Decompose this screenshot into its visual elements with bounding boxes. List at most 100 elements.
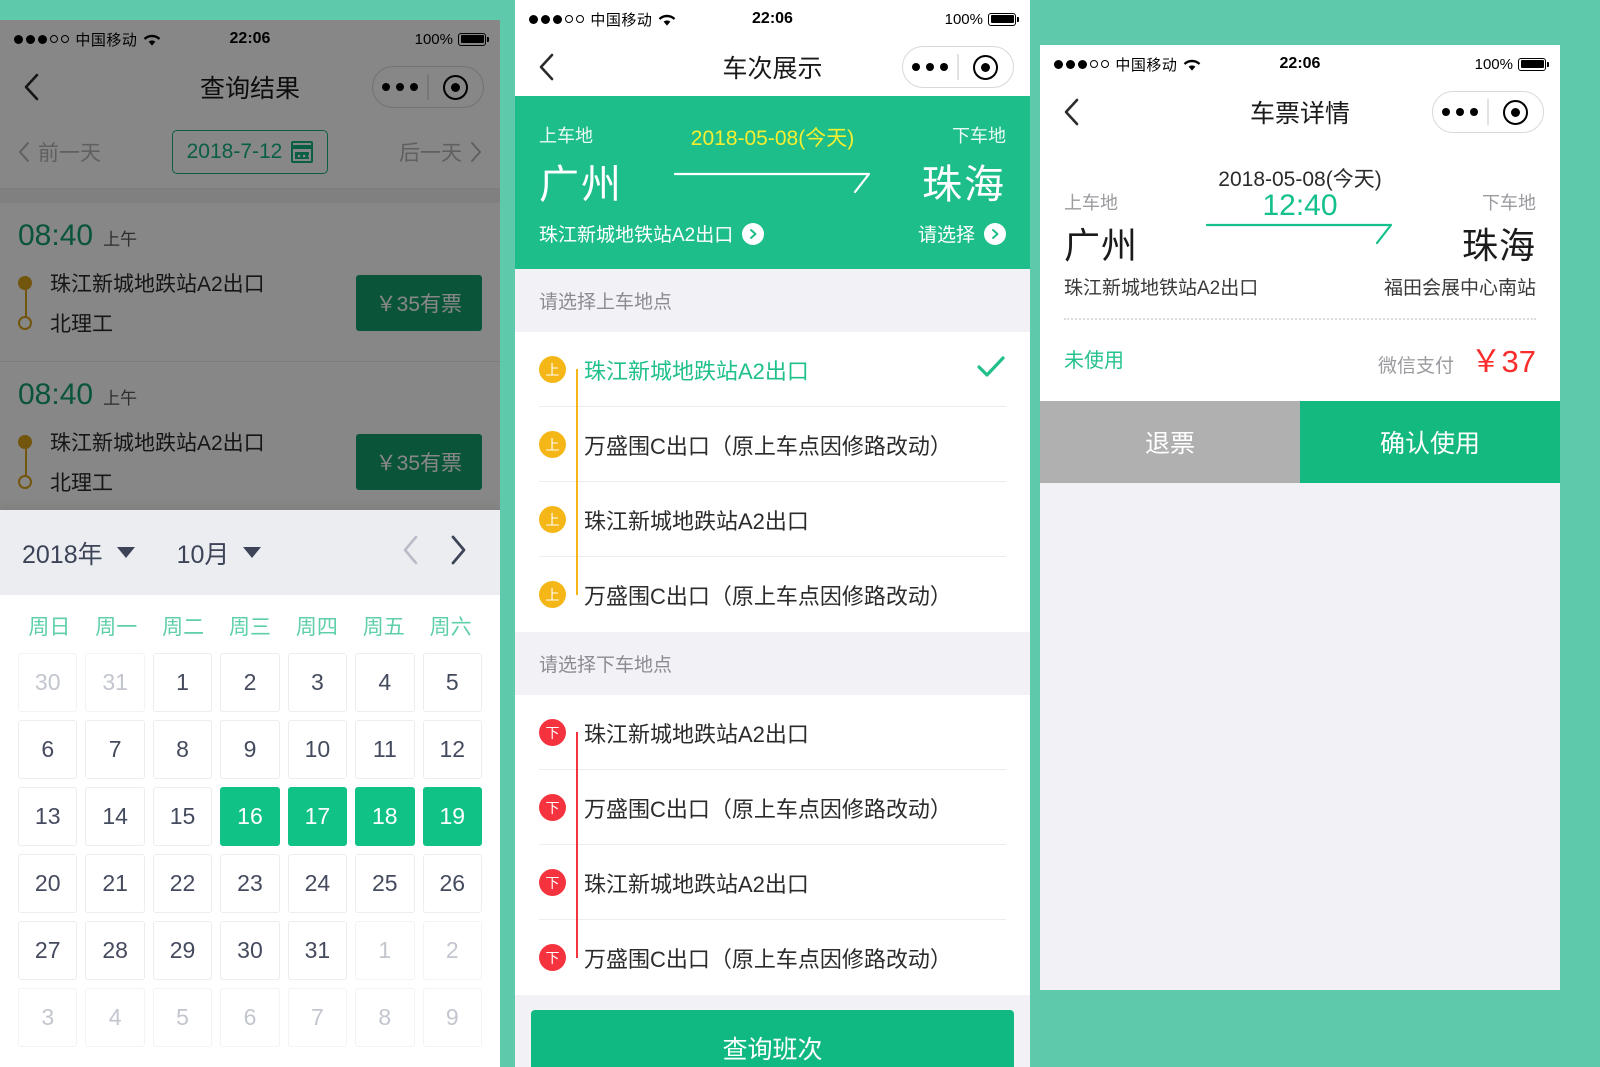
list-item[interactable]: 上 万盛围C出口（原上车点因修路改动） [515, 557, 1030, 632]
stop-name: 珠江新城地跌站A2出口 [584, 721, 809, 747]
calendar-day-cell[interactable]: 9 [216, 716, 283, 783]
trip-destination-label: 北理工 [50, 313, 113, 336]
calendar-day-cell[interactable]: 20 [14, 850, 81, 917]
calendar-day-label: 28 [85, 921, 145, 980]
destination-station-picker[interactable]: 请选择 [918, 220, 1006, 247]
confirm-use-button[interactable]: 确认使用 [1300, 401, 1560, 483]
calendar-day-label: 14 [85, 787, 145, 846]
trip-time-value: 08:40 [18, 219, 94, 252]
calendar-day-label: 18 [355, 787, 415, 846]
next-day-button[interactable]: 后一天 [399, 137, 482, 167]
calendar-day-cell[interactable]: 18 [351, 783, 418, 850]
calendar-day-cell[interactable]: 6 [14, 716, 81, 783]
trip-card[interactable]: 08:40 上午 珠江新城地跌站A2出口 北理工 ￥35有票 [0, 203, 500, 362]
wechat-capsule[interactable] [1432, 91, 1544, 133]
calendar-day-cell[interactable]: 4 [351, 649, 418, 716]
trip-card[interactable]: 08:40 上午 珠江新城地跌站A2出口 北理工 ￥35有票 [0, 362, 500, 521]
trip-price-button[interactable]: ￥35有票 [355, 275, 482, 331]
more-menu-icon[interactable] [373, 83, 427, 91]
trip-origin-stop: 珠江新城地跌站A2出口 [18, 422, 356, 462]
calendar-day-cell: 8 [351, 984, 418, 1051]
check-icon [976, 355, 1006, 384]
calendar-day-cell[interactable]: 2 [216, 649, 283, 716]
back-button[interactable] [531, 52, 561, 82]
calendar-day-cell[interactable]: 26 [419, 850, 486, 917]
prev-month-button[interactable] [400, 534, 420, 571]
calendar-day-cell[interactable]: 17 [284, 783, 351, 850]
calendar-day-label: 22 [152, 854, 213, 913]
calendar-day-cell[interactable]: 25 [351, 850, 418, 917]
dropoff-badge-icon: 下 [539, 869, 566, 896]
ticket-action-bar: 退票 确认使用 [1040, 401, 1560, 483]
year-label: 2018年 [22, 540, 103, 569]
list-item[interactable]: 下 万盛围C出口（原上车点因修路改动） [515, 770, 1030, 845]
list-item[interactable]: 下 珠江新城地跌站A2出口 [515, 695, 1030, 770]
month-select[interactable]: 10月 [177, 535, 262, 571]
refund-button[interactable]: 退票 [1040, 401, 1300, 483]
ticket-origin-block: 上车地 广州 [1064, 189, 1138, 269]
calendar-day-cell: 4 [81, 984, 148, 1051]
close-target-icon[interactable] [1489, 99, 1543, 125]
date-picker-button[interactable]: 2018-7-12 [171, 130, 329, 174]
more-menu-icon[interactable] [903, 63, 957, 71]
year-select[interactable]: 2018年 [22, 535, 135, 571]
calendar-day-cell[interactable]: 27 [14, 917, 81, 984]
calendar-day-label: 2 [422, 921, 482, 980]
calendar-day-cell[interactable]: 23 [216, 850, 283, 917]
calendar-day-label: 13 [18, 787, 78, 846]
calendar-day-cell[interactable]: 24 [284, 850, 351, 917]
list-item[interactable]: 下 珠江新城地跌站A2出口 [515, 845, 1030, 920]
weekday-label: 周五 [362, 616, 405, 639]
prev-day-button[interactable]: 前一天 [18, 137, 101, 167]
close-target-icon[interactable] [959, 54, 1013, 80]
nav-bar: 车次展示 [515, 38, 1030, 96]
calendar-day-cell[interactable]: 10 [284, 716, 351, 783]
calendar-day-label: 31 [85, 653, 145, 712]
pickup-section-title: 请选择上车地点 [515, 269, 1030, 332]
calendar-day-cell[interactable]: 5 [419, 649, 486, 716]
close-target-icon[interactable] [429, 74, 483, 100]
list-item[interactable]: 上 珠江新城地跌站A2出口 [515, 332, 1030, 407]
back-button[interactable] [16, 72, 46, 102]
calendar-day-cell[interactable]: 19 [419, 783, 486, 850]
origin-station-picker[interactable]: 珠江新城地铁站A2出口 [539, 220, 765, 247]
calendar-day-cell: 1 [351, 917, 418, 984]
calendar-day-cell[interactable]: 29 [149, 917, 216, 984]
calendar-day-cell[interactable]: 8 [149, 716, 216, 783]
calendar-day-label: 16 [220, 787, 280, 846]
calendar-day-cell[interactable]: 15 [149, 783, 216, 850]
ticket-status-row: 未使用 微信支付 ￥37 [1064, 320, 1536, 383]
calendar-month-arrows [400, 534, 478, 571]
list-item[interactable]: 上 珠江新城地跌站A2出口 [515, 482, 1030, 557]
calendar-day-label: 23 [220, 854, 280, 913]
calendar-day-cell[interactable]: 28 [81, 917, 148, 984]
calendar-day-cell[interactable]: 22 [149, 850, 216, 917]
list-item[interactable]: 上 万盛围C出口（原上车点因修路改动） [515, 407, 1030, 482]
more-menu-icon[interactable] [1433, 108, 1487, 116]
next-month-button[interactable] [448, 534, 468, 571]
trip-price-button[interactable]: ￥35有票 [355, 434, 482, 490]
calendar-header: 2018年 10月 [0, 510, 500, 595]
calendar-day-cell[interactable]: 14 [81, 783, 148, 850]
calendar-day-cell[interactable]: 31 [284, 917, 351, 984]
wechat-capsule[interactable] [902, 46, 1014, 88]
calendar-day-cell: 5 [149, 984, 216, 1051]
calendar-day-cell[interactable]: 21 [81, 850, 148, 917]
dropoff-badge-icon: 下 [539, 719, 566, 746]
calendar-day-cell[interactable]: 16 [216, 783, 283, 850]
back-button[interactable] [1056, 97, 1086, 127]
calendar-day-cell[interactable]: 1 [149, 649, 216, 716]
weekday-label: 周四 [295, 616, 338, 639]
calendar-day-cell[interactable]: 11 [351, 716, 418, 783]
calendar-day-cell[interactable]: 7 [81, 716, 148, 783]
route-station-row: 珠江新城地铁站A2出口 请选择 [539, 220, 1006, 247]
calendar-day-cell[interactable]: 13 [14, 783, 81, 850]
list-item[interactable]: 下 万盛围C出口（原上车点因修路改动） [515, 920, 1030, 995]
calendar-day-cell[interactable]: 12 [419, 716, 486, 783]
calendar-day-cell[interactable]: 3 [284, 649, 351, 716]
search-schedule-button[interactable]: 查询班次 [531, 1010, 1014, 1067]
origin-station-label: 珠江新城地铁站A2出口 [1064, 278, 1259, 299]
calendar-day-label: 6 [220, 988, 280, 1047]
wechat-capsule[interactable] [372, 66, 484, 108]
calendar-day-cell[interactable]: 30 [216, 917, 283, 984]
